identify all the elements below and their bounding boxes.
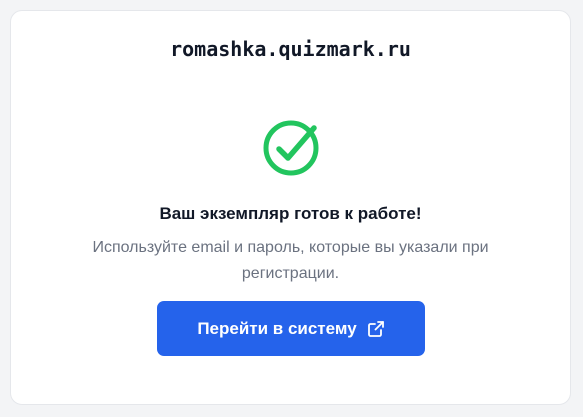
login-hint: Используйте email и пароль, которые вы у…: [92, 239, 489, 282]
check-circle-icon: [263, 120, 319, 176]
go-to-system-button[interactable]: Перейти в систему: [157, 301, 425, 356]
success-card: romashka.quizmark.ru Ваш экземпляр готов…: [10, 10, 571, 405]
external-link-icon: [367, 320, 384, 337]
success-headline: Ваш экземпляр готов к работе!: [159, 204, 422, 223]
go-to-system-label: Перейти в систему: [197, 318, 357, 338]
instance-domain: romashka.quizmark.ru: [170, 37, 411, 61]
